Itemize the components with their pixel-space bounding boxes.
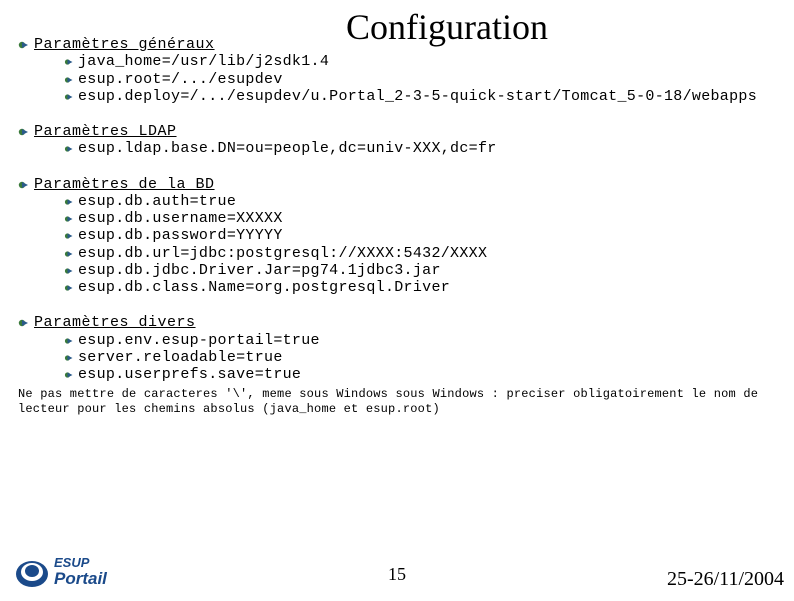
- list-item: esup.db.username=XXXXX: [64, 210, 776, 227]
- slide-date: 25-26/11/2004: [667, 568, 784, 591]
- bullet-arrow-icon: [64, 231, 74, 241]
- bullet-arrow-icon: [64, 92, 74, 102]
- item-text: esup.db.password=YYYYY: [78, 227, 283, 244]
- slide-content: Paramètres généraux java_home=/usr/lib/j…: [0, 36, 794, 383]
- section-items: esup.env.esup-portail=true server.reload…: [64, 332, 776, 384]
- item-text: server.reloadable=true: [78, 349, 283, 366]
- list-item: esup.db.auth=true: [64, 193, 776, 210]
- item-text: esup.db.jdbc.Driver.Jar=pg74.1jdbc3.jar: [78, 262, 441, 279]
- section-items: java_home=/usr/lib/j2sdk1.4 esup.root=/.…: [64, 53, 776, 105]
- item-text: esup.env.esup-portail=true: [78, 332, 320, 349]
- esup-portail-logo: ESUP Portail: [14, 550, 134, 595]
- list-item: esup.db.password=YYYYY: [64, 227, 776, 244]
- bullet-arrow-icon: [64, 75, 74, 85]
- item-text: esup.userprefs.save=true: [78, 366, 301, 383]
- item-text: esup.db.class.Name=org.postgresql.Driver: [78, 279, 450, 296]
- bullet-arrow-icon: [64, 370, 74, 380]
- list-item: esup.deploy=/.../esupdev/u.Portal_2-3-5-…: [64, 88, 776, 105]
- bullet-arrow-icon: [64, 57, 74, 67]
- bullet-arrow-icon: [64, 249, 74, 259]
- list-item: java_home=/usr/lib/j2sdk1.4: [64, 53, 776, 70]
- page-number: 15: [388, 564, 406, 585]
- section-heading: Paramètres généraux: [34, 36, 215, 53]
- list-item: esup.ldap.base.DN=ou=people,dc=univ-XXX,…: [64, 140, 776, 157]
- section-heading: Paramètres de la BD: [34, 176, 215, 193]
- item-text: esup.db.auth=true: [78, 193, 236, 210]
- list-item: server.reloadable=true: [64, 349, 776, 366]
- bullet-arrow-icon: [64, 283, 74, 293]
- list-item: esup.userprefs.save=true: [64, 366, 776, 383]
- bullet-arrow-icon: [64, 336, 74, 346]
- bullet-arrow-icon: [18, 317, 30, 329]
- list-item: esup.env.esup-portail=true: [64, 332, 776, 349]
- list-item: esup.root=/.../esupdev: [64, 71, 776, 88]
- item-text: esup.db.username=XXXXX: [78, 210, 283, 227]
- bullet-arrow-icon: [64, 144, 74, 154]
- section-items: esup.ldap.base.DN=ou=people,dc=univ-XXX,…: [64, 140, 776, 157]
- section-heading-row: Paramètres de la BD: [18, 176, 776, 193]
- item-text: esup.deploy=/.../esupdev/u.Portal_2-3-5-…: [78, 88, 757, 105]
- bullet-arrow-icon: [64, 266, 74, 276]
- section-items: esup.db.auth=true esup.db.username=XXXXX…: [64, 193, 776, 297]
- svg-text:Portail: Portail: [54, 569, 108, 588]
- section-heading-row: Paramètres divers: [18, 314, 776, 331]
- section-heading-row: Paramètres LDAP: [18, 123, 776, 140]
- footer: ESUP Portail 15 25-26/11/2004: [0, 551, 794, 595]
- footnote: Ne pas mettre de caracteres '\', meme so…: [0, 383, 794, 416]
- bullet-arrow-icon: [18, 39, 30, 51]
- bullet-arrow-icon: [18, 179, 30, 191]
- item-text: esup.root=/.../esupdev: [78, 71, 283, 88]
- section-heading: Paramètres divers: [34, 314, 196, 331]
- list-item: esup.db.jdbc.Driver.Jar=pg74.1jdbc3.jar: [64, 262, 776, 279]
- bullet-arrow-icon: [64, 214, 74, 224]
- svg-text:ESUP: ESUP: [54, 555, 90, 570]
- list-item: esup.db.url=jdbc:postgresql://XXXX:5432/…: [64, 245, 776, 262]
- section-heading: Paramètres LDAP: [34, 123, 177, 140]
- bullet-arrow-icon: [64, 197, 74, 207]
- item-text: esup.ldap.base.DN=ou=people,dc=univ-XXX,…: [78, 140, 497, 157]
- list-item: esup.db.class.Name=org.postgresql.Driver: [64, 279, 776, 296]
- bullet-arrow-icon: [18, 126, 30, 138]
- item-text: esup.db.url=jdbc:postgresql://XXXX:5432/…: [78, 245, 487, 262]
- item-text: java_home=/usr/lib/j2sdk1.4: [78, 53, 329, 70]
- bullet-arrow-icon: [64, 353, 74, 363]
